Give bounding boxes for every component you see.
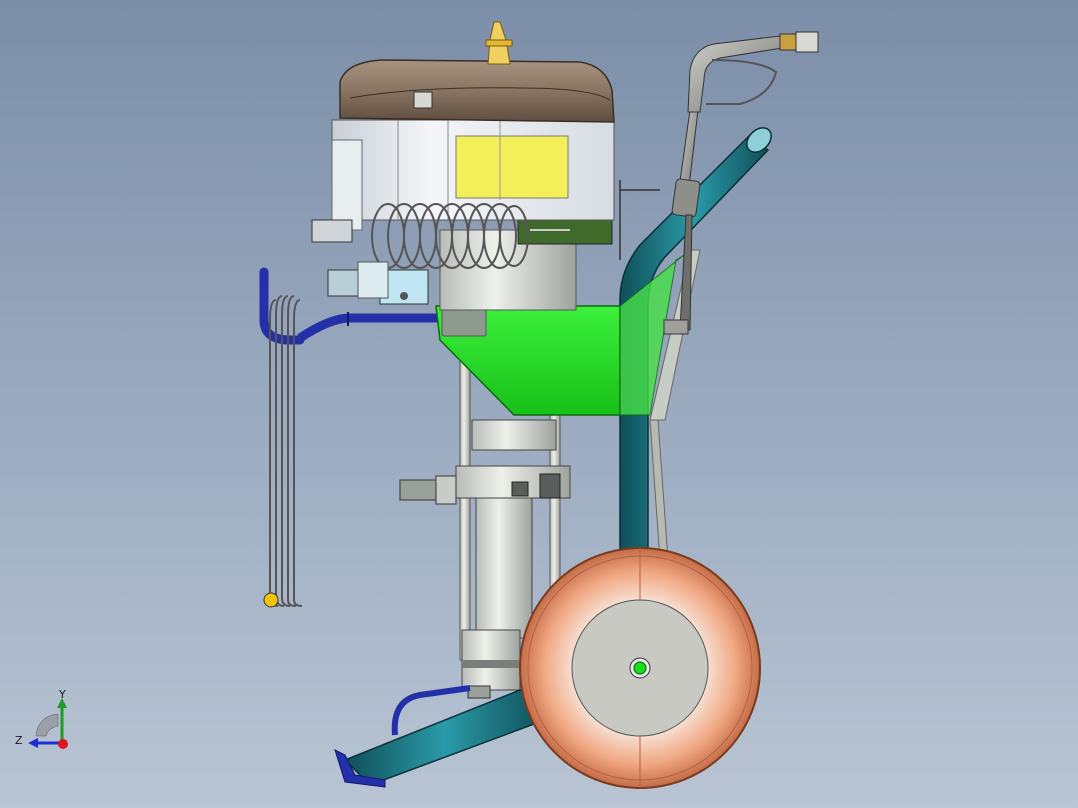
y-axis-label: Y (58, 688, 66, 701)
airless-sprayer-model[interactable] (259, 21, 819, 789)
engine-cover (339, 21, 615, 123)
coiled-hose (259, 267, 305, 608)
spray-gun (663, 31, 819, 335)
z-axis-arrow (28, 738, 38, 748)
axis-triad: Y Z (15, 688, 68, 749)
z-axis-label: Z (15, 734, 23, 747)
wheel (519, 547, 761, 789)
x-axis-dot (58, 739, 68, 749)
cad-viewport[interactable]: Y Z (0, 0, 1078, 808)
axis-rotation-arc (35, 713, 59, 737)
frame-leg-lower (343, 689, 546, 786)
fuel-window (455, 135, 569, 199)
suction-hose (297, 313, 440, 342)
